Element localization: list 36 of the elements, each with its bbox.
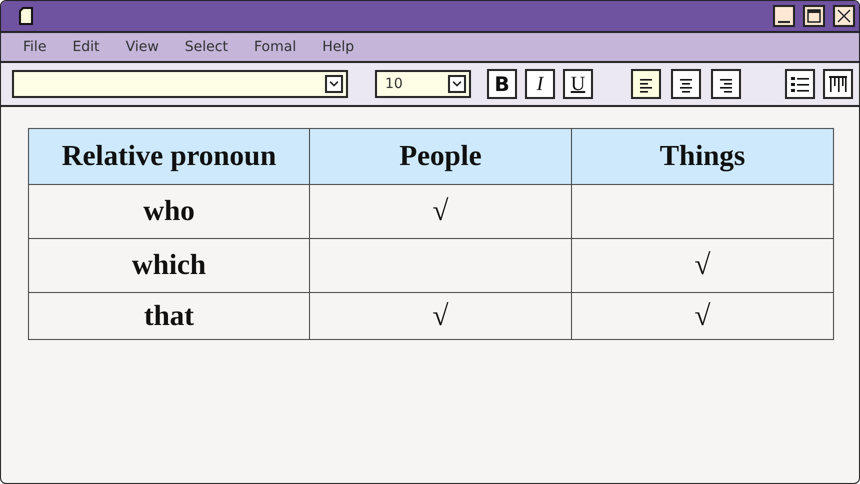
align-left-button[interactable] xyxy=(631,69,661,99)
table-cell: √ xyxy=(310,184,572,238)
close-icon xyxy=(837,9,851,23)
table-cell: √ xyxy=(572,292,834,340)
minimize-button[interactable] xyxy=(773,5,795,27)
column-header: Relative pronoun xyxy=(28,128,310,184)
columns-button[interactable] xyxy=(823,69,853,99)
italic-button[interactable]: I xyxy=(525,69,555,99)
menu-item[interactable]: Help xyxy=(322,39,354,55)
table-cell: that xyxy=(28,292,310,340)
underline-button[interactable]: U xyxy=(563,69,593,99)
menu-item[interactable]: Select xyxy=(184,39,228,55)
minimize-icon xyxy=(778,21,790,23)
close-button[interactable] xyxy=(833,5,855,27)
column-header: Things xyxy=(572,128,834,184)
columns-icon xyxy=(827,73,849,95)
menu-item[interactable]: View xyxy=(126,39,159,55)
table-cell: √ xyxy=(310,292,572,340)
menu-item[interactable]: File xyxy=(23,39,46,55)
document-icon xyxy=(19,7,33,25)
list-button[interactable] xyxy=(785,69,815,99)
maximize-button[interactable] xyxy=(803,5,825,27)
bold-button[interactable]: B xyxy=(487,69,517,99)
align-center-button[interactable] xyxy=(671,69,701,99)
maximize-icon xyxy=(807,9,821,23)
menu-item[interactable]: Edit xyxy=(72,39,100,55)
menu-item[interactable]: Fomal xyxy=(254,39,296,55)
font-dropdown[interactable] xyxy=(12,70,348,98)
caret-icon xyxy=(325,75,343,93)
table-cell: √ xyxy=(572,238,834,292)
font-size-dropdown[interactable]: 10 xyxy=(375,70,471,98)
caret-icon xyxy=(448,75,466,93)
column-header: People xyxy=(310,128,572,184)
align-right-button[interactable] xyxy=(711,69,741,99)
table-cell: who xyxy=(28,184,310,238)
table-cell: which xyxy=(28,238,310,292)
